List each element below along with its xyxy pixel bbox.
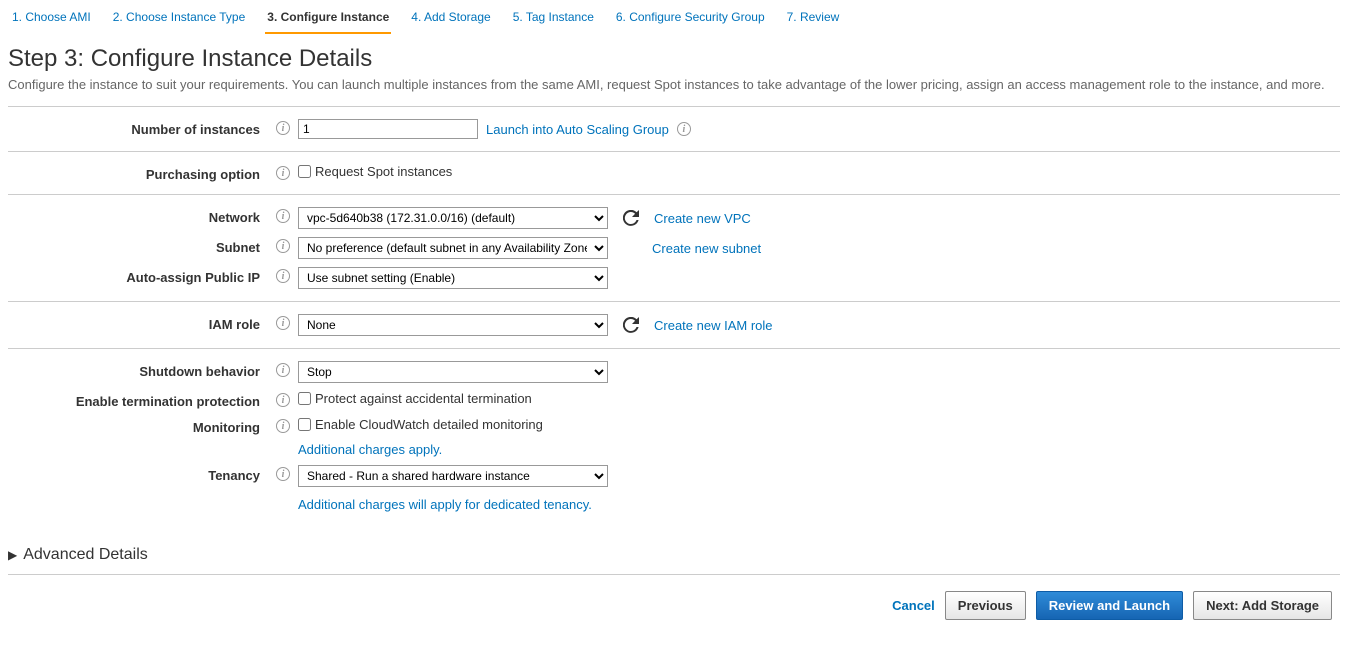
info-icon[interactable]: i <box>276 363 290 377</box>
tab-configure-instance[interactable]: 3. Configure Instance <box>265 6 391 34</box>
iam-role-select[interactable]: None <box>298 314 608 336</box>
create-vpc-link[interactable]: Create new VPC <box>654 211 751 226</box>
next-add-storage-button[interactable]: Next: Add Storage <box>1193 591 1332 620</box>
label-network: Network <box>8 207 268 225</box>
shutdown-behavior-select[interactable]: Stop <box>298 361 608 383</box>
tab-tag-instance[interactable]: 5. Tag Instance <box>511 6 596 34</box>
label-purchasing-option: Purchasing option <box>8 164 268 182</box>
previous-button[interactable]: Previous <box>945 591 1026 620</box>
info-icon[interactable]: i <box>276 419 290 433</box>
page-description: Configure the instance to suit your requ… <box>8 77 1340 92</box>
chevron-right-icon: ▶ <box>8 548 17 562</box>
monitoring-label[interactable]: Enable CloudWatch detailed monitoring <box>298 417 543 432</box>
page-title: Step 3: Configure Instance Details <box>8 45 1340 73</box>
label-subnet: Subnet <box>8 237 268 255</box>
info-icon[interactable]: i <box>677 122 691 136</box>
number-of-instances-input[interactable] <box>298 119 478 139</box>
tab-choose-instance-type[interactable]: 2. Choose Instance Type <box>111 6 248 34</box>
label-tenancy: Tenancy <box>8 465 268 483</box>
network-select[interactable]: vpc-5d640b38 (172.31.0.0/16) (default) <box>298 207 608 229</box>
tab-add-storage[interactable]: 4. Add Storage <box>409 6 492 34</box>
create-subnet-link[interactable]: Create new subnet <box>652 241 761 256</box>
info-icon[interactable]: i <box>276 209 290 223</box>
monitoring-charges-link[interactable]: Additional charges apply. <box>298 442 442 457</box>
label-shutdown-behavior: Shutdown behavior <box>8 361 268 379</box>
tab-choose-ami[interactable]: 1. Choose AMI <box>10 6 93 34</box>
refresh-icon[interactable] <box>622 316 640 334</box>
tenancy-select[interactable]: Shared - Run a shared hardware instance <box>298 465 608 487</box>
tab-security-group[interactable]: 6. Configure Security Group <box>614 6 767 34</box>
info-icon[interactable]: i <box>276 269 290 283</box>
termination-protection-label[interactable]: Protect against accidental termination <box>298 391 532 406</box>
review-and-launch-button[interactable]: Review and Launch <box>1036 591 1183 620</box>
info-icon[interactable]: i <box>276 166 290 180</box>
advanced-details-toggle[interactable]: ▶ Advanced Details <box>8 546 1340 564</box>
subnet-select[interactable]: No preference (default subnet in any Ava… <box>298 237 608 259</box>
cancel-button[interactable]: Cancel <box>892 598 935 613</box>
label-number-of-instances: Number of instances <box>8 119 268 137</box>
create-iam-link[interactable]: Create new IAM role <box>654 318 773 333</box>
monitoring-checkbox[interactable] <box>298 418 311 431</box>
termination-protection-checkbox[interactable] <box>298 392 311 405</box>
auto-assign-ip-select[interactable]: Use subnet setting (Enable) <box>298 267 608 289</box>
label-iam-role: IAM role <box>8 314 268 332</box>
info-icon[interactable]: i <box>276 316 290 330</box>
spot-instances-checkbox[interactable] <box>298 165 311 178</box>
launch-asg-link[interactable]: Launch into Auto Scaling Group <box>486 122 669 137</box>
label-termination-protection: Enable termination protection <box>8 391 268 409</box>
label-monitoring: Monitoring <box>8 417 268 435</box>
refresh-icon[interactable] <box>622 209 640 227</box>
info-icon[interactable]: i <box>276 239 290 253</box>
tab-review[interactable]: 7. Review <box>785 6 842 34</box>
info-icon[interactable]: i <box>276 393 290 407</box>
tenancy-charges-link[interactable]: Additional charges will apply for dedica… <box>298 497 592 512</box>
label-auto-assign-ip: Auto-assign Public IP <box>8 267 268 285</box>
info-icon[interactable]: i <box>276 467 290 481</box>
spot-instances-label[interactable]: Request Spot instances <box>298 164 452 179</box>
wizard-tabs: 1. Choose AMI 2. Choose Instance Type 3.… <box>0 0 1348 35</box>
info-icon[interactable]: i <box>276 121 290 135</box>
